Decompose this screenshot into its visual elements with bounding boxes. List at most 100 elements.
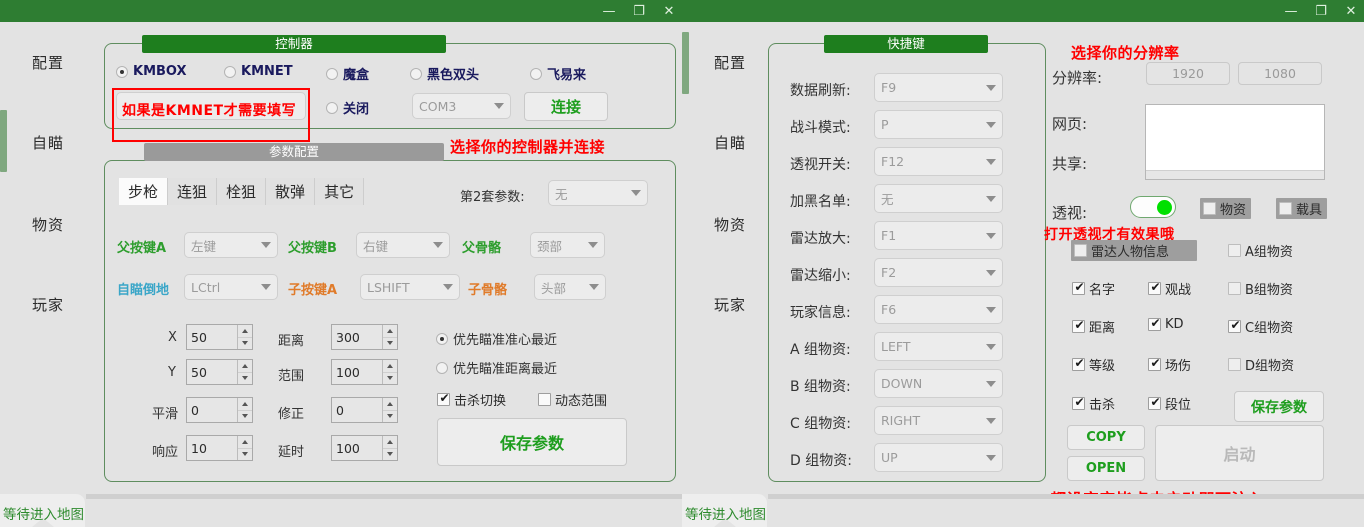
stepper-up-icon[interactable] xyxy=(238,436,252,449)
radio-kmbox[interactable]: KMBOX xyxy=(116,64,187,79)
resolution-width-field[interactable]: 1920 xyxy=(1146,62,1230,85)
parent-key-b-select[interactable]: 右键 xyxy=(356,232,450,258)
radio-feiyilai[interactable]: 飞易来 xyxy=(530,64,586,83)
stepper-buttons[interactable] xyxy=(382,436,397,460)
radio-close[interactable]: 关闭 xyxy=(326,98,369,117)
hotkey-select-loot-c[interactable]: RIGHT xyxy=(874,406,1003,435)
checkbox-damage[interactable]: 场伤 xyxy=(1148,355,1191,374)
sidebar-item-loot[interactable]: 物资 xyxy=(0,214,96,235)
checkbox-rank[interactable]: 段位 xyxy=(1148,394,1191,413)
hotkey-select-player-info[interactable]: F6 xyxy=(874,295,1003,324)
tab-shotgun[interactable]: 散弹 xyxy=(266,178,316,205)
sidebar-item-loot[interactable]: 物资 xyxy=(682,214,778,235)
stepper-up-icon[interactable] xyxy=(383,325,397,338)
numeric-correction-stepper[interactable]: 0 xyxy=(331,397,398,423)
sidebar-item-config[interactable]: 配置 xyxy=(682,52,778,73)
radio-priority-crosshair[interactable]: 优先瞄准准心最近 xyxy=(436,329,557,348)
stepper-down-icon[interactable] xyxy=(238,373,252,385)
hotkey-select-loot-a[interactable]: LEFT xyxy=(874,332,1003,361)
checkbox-loot-a[interactable]: A组物资 xyxy=(1228,241,1293,260)
checkbox-esp-vehicle[interactable]: 载具 xyxy=(1276,198,1328,219)
stepper-buttons[interactable] xyxy=(382,360,397,384)
checkbox-radar-player-info[interactable]: 雷达人物信息 xyxy=(1071,240,1198,261)
stepper-down-icon[interactable] xyxy=(238,338,252,350)
hotkey-select-blacklist[interactable]: 无 xyxy=(874,184,1003,213)
checkbox-level[interactable]: 等级 xyxy=(1072,355,1115,374)
numeric-distance-stepper[interactable]: 300 xyxy=(331,324,398,350)
radio-priority-distance[interactable]: 优先瞄准距离最近 xyxy=(436,358,557,377)
checkbox-loot-d[interactable]: D组物资 xyxy=(1228,355,1294,374)
stepper-down-icon[interactable] xyxy=(238,449,252,461)
stepper-buttons[interactable] xyxy=(237,436,252,460)
stepper-up-icon[interactable] xyxy=(238,398,252,411)
save-params-button-left[interactable]: 保存参数 xyxy=(437,418,627,466)
stepper-up-icon[interactable] xyxy=(238,325,252,338)
copy-button[interactable]: COPY xyxy=(1067,425,1145,450)
tab-rifle[interactable]: 步枪 xyxy=(119,178,169,205)
numeric-x-stepper[interactable]: 50 xyxy=(186,324,253,350)
hotkey-select-esp-toggle[interactable]: F12 xyxy=(874,147,1003,176)
maximize-icon[interactable]: ❐ xyxy=(1314,5,1328,18)
hotkey-select-combat-mode[interactable]: P xyxy=(874,110,1003,139)
numeric-response-stepper[interactable]: 10 xyxy=(186,435,253,461)
sidebar-item-players[interactable]: 玩家 xyxy=(682,294,778,315)
resolution-height-field[interactable]: 1080 xyxy=(1238,62,1322,85)
child-key-a-select[interactable]: LSHIFT xyxy=(360,274,460,300)
stepper-down-icon[interactable] xyxy=(238,411,252,423)
horizontal-scrollbar[interactable] xyxy=(1146,170,1324,179)
webpage-share-textarea[interactable] xyxy=(1145,104,1325,180)
open-button[interactable]: OPEN xyxy=(1067,456,1145,481)
second-set-select[interactable]: 无 xyxy=(548,180,648,206)
radio-mohe[interactable]: 魔盒 xyxy=(326,64,369,83)
radio-black-dual[interactable]: 黑色双头 xyxy=(410,64,479,83)
checkbox-distance[interactable]: 距离 xyxy=(1072,317,1115,336)
hotkey-select-radar-zoom-out[interactable]: F2 xyxy=(874,258,1003,287)
minimize-icon[interactable]: — xyxy=(1284,5,1298,18)
checkbox-spectate[interactable]: 观战 xyxy=(1148,279,1191,298)
hotkey-select-radar-zoom-in[interactable]: F1 xyxy=(874,221,1003,250)
stepper-up-icon[interactable] xyxy=(383,398,397,411)
tab-sniper[interactable]: 栓狙 xyxy=(217,178,267,205)
sidebar-item-players[interactable]: 玩家 xyxy=(0,294,96,315)
checkbox-kill-switch[interactable]: 击杀切换 xyxy=(437,390,506,409)
stepper-buttons[interactable] xyxy=(382,398,397,422)
esp-toggle[interactable] xyxy=(1130,196,1176,218)
checkbox-kills[interactable]: 击杀 xyxy=(1072,394,1115,413)
stepper-up-icon[interactable] xyxy=(383,360,397,373)
hotkey-select-data-refresh[interactable]: F9 xyxy=(874,73,1003,102)
stepper-down-icon[interactable] xyxy=(383,449,397,461)
parent-key-a-select[interactable]: 左键 xyxy=(184,232,278,258)
hotkey-select-loot-d[interactable]: UP xyxy=(874,443,1003,472)
numeric-smooth-stepper[interactable]: 0 xyxy=(186,397,253,423)
numeric-y-stepper[interactable]: 50 xyxy=(186,359,253,385)
numeric-range-stepper[interactable]: 100 xyxy=(331,359,398,385)
checkbox-esp-loot[interactable]: 物资 xyxy=(1200,198,1252,219)
checkbox-loot-b[interactable]: B组物资 xyxy=(1228,279,1293,298)
stepper-down-icon[interactable] xyxy=(383,373,397,385)
numeric-delay-stepper[interactable]: 100 xyxy=(331,435,398,461)
stepper-down-icon[interactable] xyxy=(383,338,397,350)
close-icon[interactable]: ✕ xyxy=(662,5,676,18)
start-button[interactable]: 启动 xyxy=(1155,425,1324,481)
checkbox-dynamic-range[interactable]: 动态范围 xyxy=(538,390,607,409)
tab-dmr[interactable]: 连狙 xyxy=(168,178,218,205)
maximize-icon[interactable]: ❐ xyxy=(632,5,646,18)
child-bone-select[interactable]: 头部 xyxy=(534,274,606,300)
close-icon[interactable]: ✕ xyxy=(1344,5,1358,18)
aim-down-select[interactable]: LCtrl xyxy=(184,274,278,300)
minimize-icon[interactable]: — xyxy=(602,5,616,18)
stepper-down-icon[interactable] xyxy=(383,411,397,423)
radio-kmnet[interactable]: KMNET xyxy=(224,64,293,79)
stepper-buttons[interactable] xyxy=(237,360,252,384)
sidebar-item-aimbot[interactable]: 自瞄 xyxy=(682,132,778,153)
stepper-up-icon[interactable] xyxy=(383,436,397,449)
parent-bone-select[interactable]: 颈部 xyxy=(530,232,605,258)
checkbox-kd[interactable]: KD xyxy=(1148,316,1184,332)
save-params-button-right[interactable]: 保存参数 xyxy=(1234,391,1324,422)
checkbox-loot-c[interactable]: C组物资 xyxy=(1228,317,1293,336)
stepper-buttons[interactable] xyxy=(237,325,252,349)
stepper-up-icon[interactable] xyxy=(238,360,252,373)
com-port-select[interactable]: COM3 xyxy=(412,93,511,119)
connect-button[interactable]: 连接 xyxy=(524,92,608,121)
stepper-buttons[interactable] xyxy=(382,325,397,349)
